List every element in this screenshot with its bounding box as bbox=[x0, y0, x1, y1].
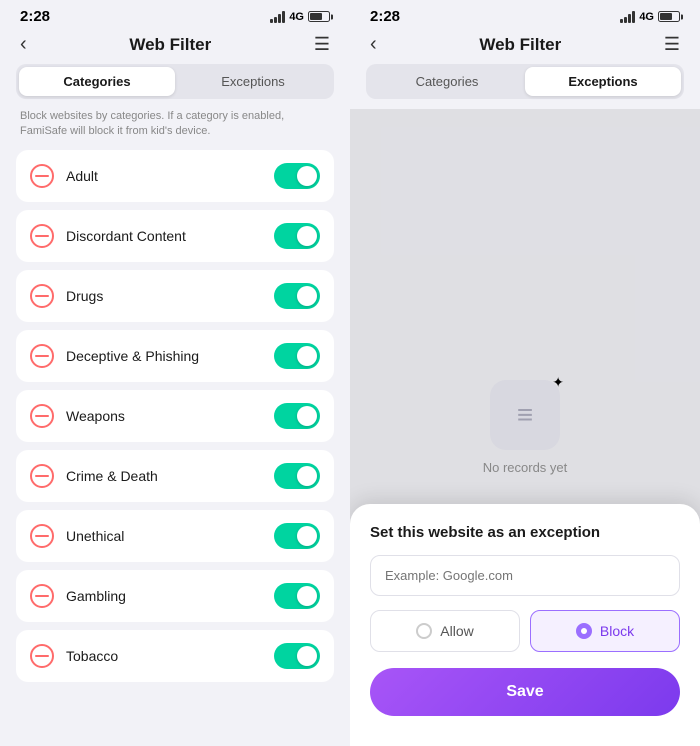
tab-categories-right[interactable]: Categories bbox=[369, 67, 525, 96]
back-button-right[interactable]: ‹ bbox=[370, 33, 377, 56]
back-button-left[interactable]: ‹ bbox=[20, 33, 27, 56]
status-icons-right: 4G bbox=[620, 11, 680, 23]
status-icons-left: 4G bbox=[270, 11, 330, 23]
category-label-drugs: Drugs bbox=[66, 288, 262, 304]
empty-text: No records yet bbox=[483, 460, 568, 475]
category-item-weapons: Weapons bbox=[16, 390, 334, 442]
empty-state: ✦ No records yet bbox=[483, 380, 568, 475]
save-button[interactable]: Save bbox=[370, 668, 680, 716]
menu-button-right[interactable]: ☰ bbox=[664, 34, 680, 55]
right-panel: 2:28 4G ‹ Web Filter ☰ Categories Except… bbox=[350, 0, 700, 746]
tab-exceptions-right[interactable]: Exceptions bbox=[525, 67, 681, 96]
tab-switcher-right: Categories Exceptions bbox=[366, 64, 684, 99]
category-item-deceptive: Deceptive & Phishing bbox=[16, 330, 334, 382]
category-label-weapons: Weapons bbox=[66, 408, 262, 424]
sheet-title: Set this website as an exception bbox=[370, 524, 680, 541]
url-input[interactable] bbox=[370, 555, 680, 596]
toggle-weapons[interactable] bbox=[274, 403, 320, 429]
category-label-deceptive: Deceptive & Phishing bbox=[66, 348, 262, 364]
category-item-unethical: Unethical bbox=[16, 510, 334, 562]
allow-label: Allow bbox=[440, 623, 473, 639]
category-label-adult: Adult bbox=[66, 168, 262, 184]
block-icon-adult bbox=[30, 164, 54, 188]
category-label-unethical: Unethical bbox=[66, 528, 262, 544]
block-option[interactable]: Block bbox=[530, 610, 680, 652]
category-item-tobacco: Tobacco bbox=[16, 630, 334, 682]
block-icon-weapons bbox=[30, 404, 54, 428]
block-icon-tobacco bbox=[30, 644, 54, 668]
toggle-crime[interactable] bbox=[274, 463, 320, 489]
toggle-deceptive[interactable] bbox=[274, 343, 320, 369]
page-title-left: Web Filter bbox=[129, 35, 211, 55]
toggle-unethical[interactable] bbox=[274, 523, 320, 549]
time-left: 2:28 bbox=[20, 8, 50, 25]
block-radio-dot bbox=[576, 623, 592, 639]
radio-group: Allow Block bbox=[370, 610, 680, 652]
category-label-gambling: Gambling bbox=[66, 588, 262, 604]
status-bar-right: 2:28 4G bbox=[350, 0, 700, 29]
category-item-discordant: Discordant Content bbox=[16, 210, 334, 262]
tab-categories-left[interactable]: Categories bbox=[19, 67, 175, 96]
filter-description: Block websites by categories. If a categ… bbox=[0, 109, 350, 150]
toggle-gambling[interactable] bbox=[274, 583, 320, 609]
left-panel: 2:28 4G ‹ Web Filter ☰ Categories Except… bbox=[0, 0, 350, 746]
block-icon-crime bbox=[30, 464, 54, 488]
allow-radio-dot bbox=[416, 623, 432, 639]
allow-option[interactable]: Allow bbox=[370, 610, 520, 652]
time-right: 2:28 bbox=[370, 8, 400, 25]
block-label: Block bbox=[600, 623, 634, 639]
signal-icon-left bbox=[270, 11, 285, 23]
status-bar-left: 2:28 4G bbox=[0, 0, 350, 29]
tab-exceptions-left[interactable]: Exceptions bbox=[175, 67, 331, 96]
network-left: 4G bbox=[289, 11, 304, 23]
category-label-crime: Crime & Death bbox=[66, 468, 262, 484]
category-label-discordant: Discordant Content bbox=[66, 228, 262, 244]
block-icon-unethical bbox=[30, 524, 54, 548]
block-icon-drugs bbox=[30, 284, 54, 308]
toggle-tobacco[interactable] bbox=[274, 643, 320, 669]
signal-icon-right bbox=[620, 11, 635, 23]
category-item-crime: Crime & Death bbox=[16, 450, 334, 502]
network-right: 4G bbox=[639, 11, 654, 23]
battery-icon-left bbox=[308, 11, 330, 22]
block-icon-discordant bbox=[30, 224, 54, 248]
menu-button-left[interactable]: ☰ bbox=[314, 34, 330, 55]
categories-list: Adult Discordant Content Drugs bbox=[0, 150, 350, 746]
toggle-drugs[interactable] bbox=[274, 283, 320, 309]
category-label-tobacco: Tobacco bbox=[66, 648, 262, 664]
nav-bar-right: ‹ Web Filter ☰ bbox=[350, 29, 700, 64]
nav-bar-left: ‹ Web Filter ☰ bbox=[0, 29, 350, 64]
empty-icon: ✦ bbox=[490, 380, 560, 450]
toggle-adult[interactable] bbox=[274, 163, 320, 189]
category-item-drugs: Drugs bbox=[16, 270, 334, 322]
exception-bottom-sheet: Set this website as an exception Allow B… bbox=[350, 504, 700, 746]
tab-switcher-left: Categories Exceptions bbox=[16, 64, 334, 99]
battery-icon-right bbox=[658, 11, 680, 22]
block-icon-deceptive bbox=[30, 344, 54, 368]
category-item-adult: Adult bbox=[16, 150, 334, 202]
category-item-gambling: Gambling bbox=[16, 570, 334, 622]
page-title-right: Web Filter bbox=[479, 35, 561, 55]
toggle-discordant[interactable] bbox=[274, 223, 320, 249]
block-icon-gambling bbox=[30, 584, 54, 608]
sparkle-icon: ✦ bbox=[552, 374, 564, 391]
